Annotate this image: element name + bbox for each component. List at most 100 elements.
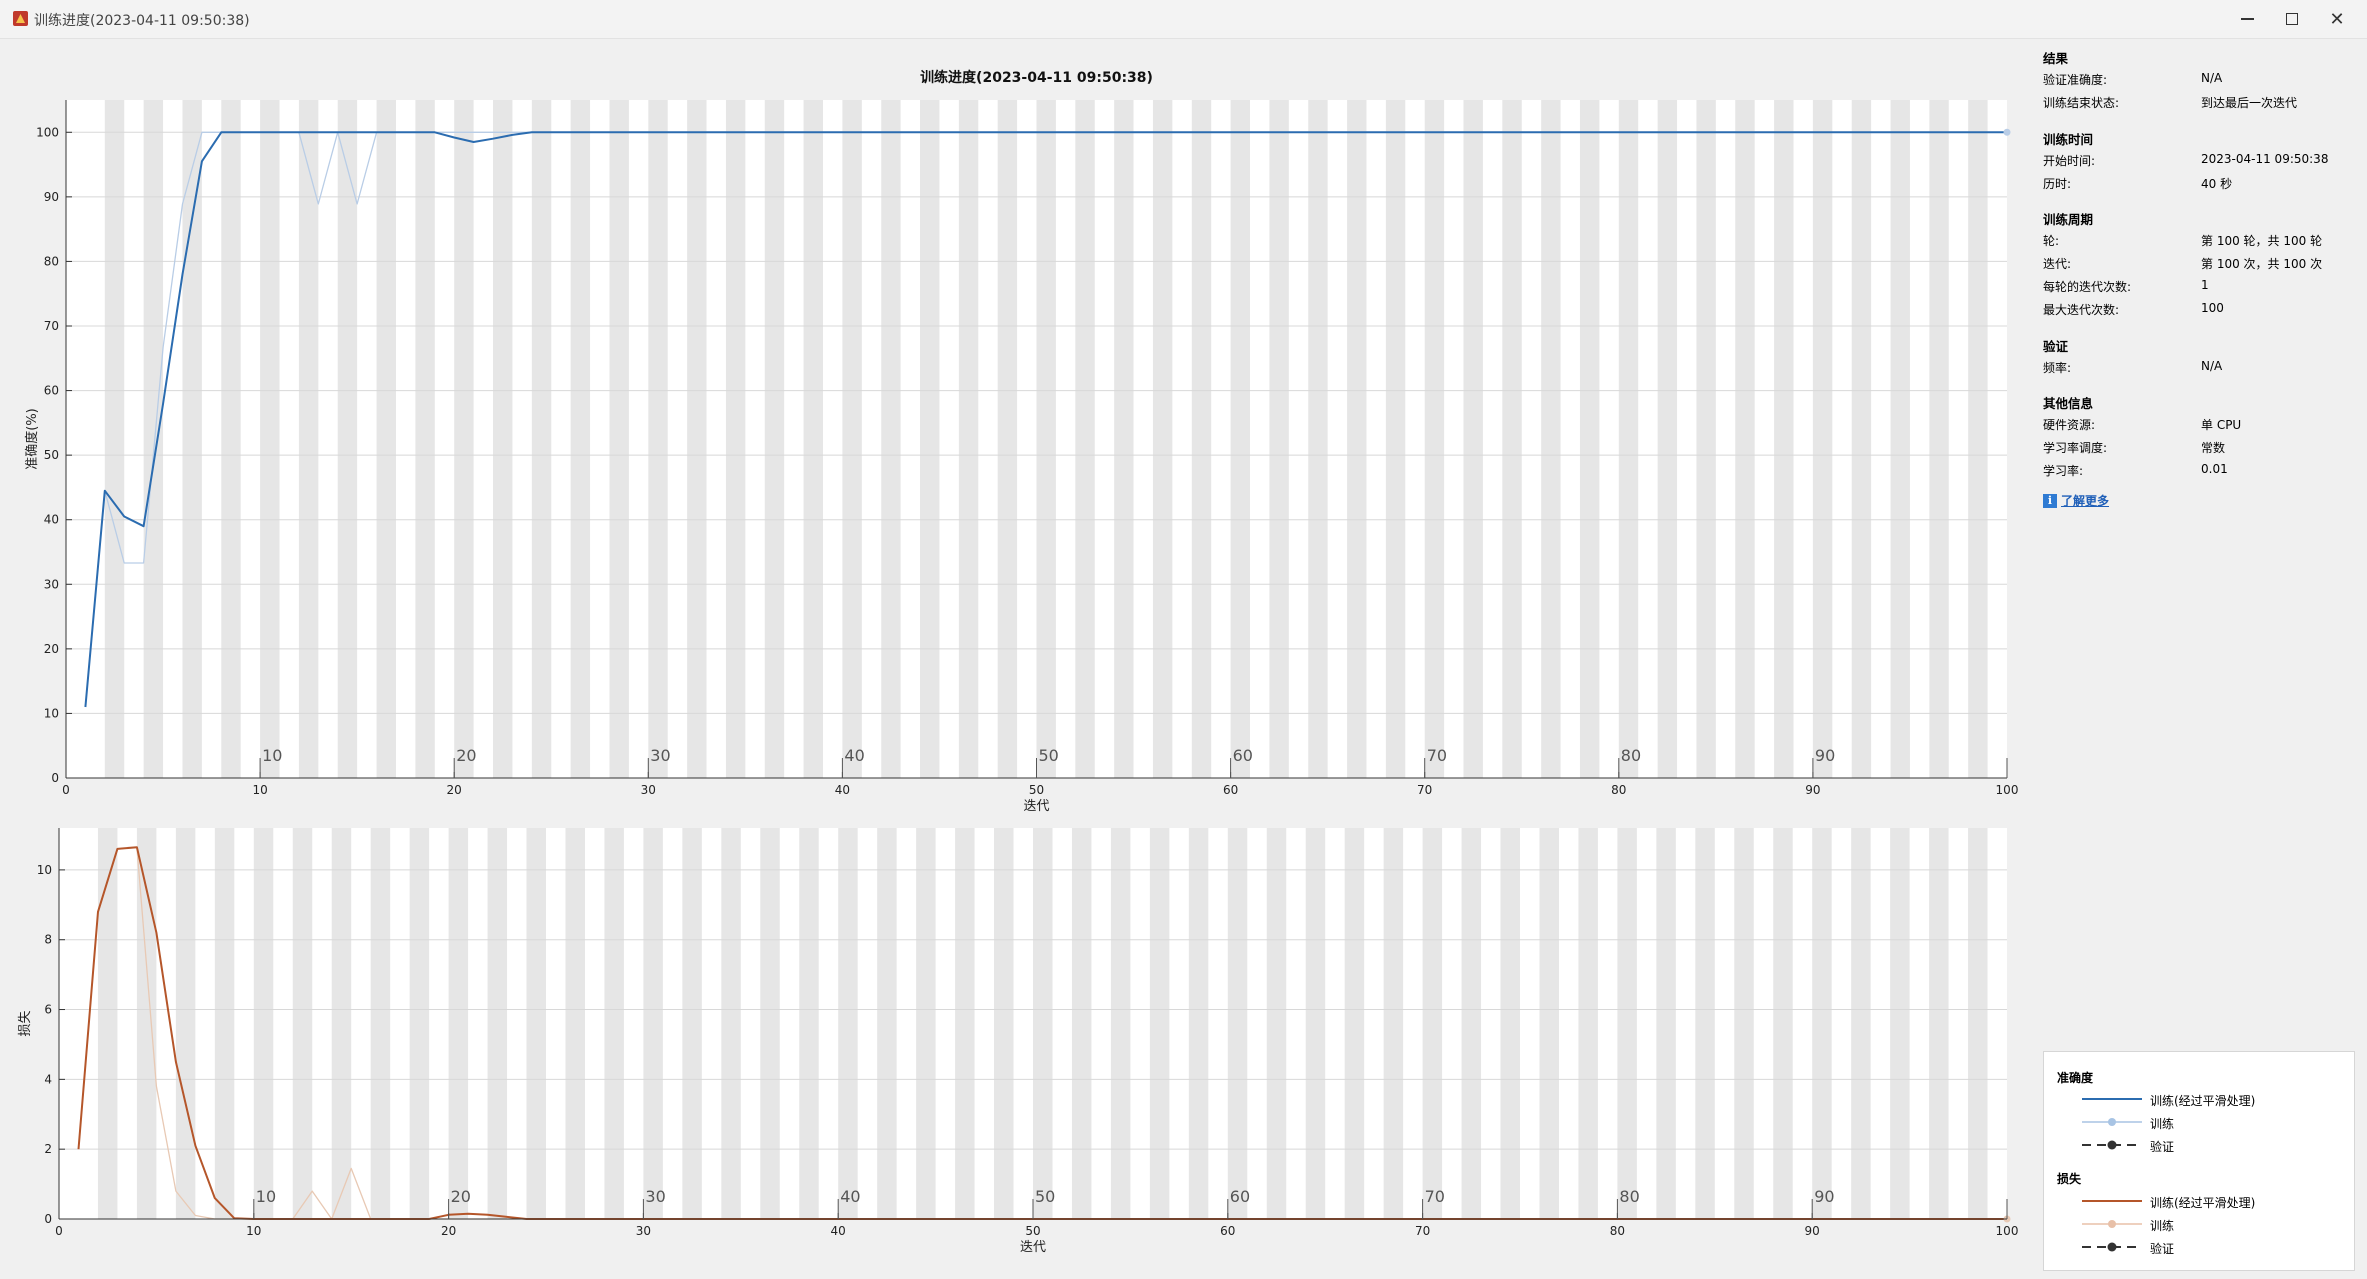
acc-epoch-band	[1424, 100, 1445, 778]
legend-loss-smoothed-label: 训练(经过平滑处理)	[2150, 1196, 2256, 1210]
acc-epoch-band	[1851, 100, 1872, 778]
legend-acc-train-swatch	[2082, 1118, 2142, 1126]
loss-epoch-band	[1344, 828, 1365, 1219]
legend-loss-val-label: 验证	[2150, 1242, 2175, 1256]
iter-value: 第 100 次，共 100 次	[2201, 257, 2323, 271]
loss-x-tick-label: 80	[1610, 1224, 1625, 1238]
acc-x-tick-label: 100	[1996, 783, 2019, 797]
lr-sched-value: 常数	[2201, 441, 2226, 455]
elapsed-value: 40 秒	[2201, 177, 2233, 191]
loss-epoch-band	[253, 828, 274, 1219]
loss-epoch-band	[1422, 828, 1443, 1219]
acc-epoch-band	[958, 100, 979, 778]
loss-epoch-band	[1890, 828, 1910, 1219]
acc-epoch-label: 20	[456, 746, 476, 765]
legend-loss-smoothed: 训练(经过平滑处理)	[2044, 1193, 2344, 1210]
status-value: 到达最后一次迭代	[2201, 96, 2298, 110]
acc-epoch-band	[493, 100, 513, 778]
acc-epoch-band	[531, 100, 552, 778]
loss-y-tick-label: 4	[44, 1072, 52, 1086]
acc-x-tick-label: 0	[62, 783, 70, 797]
close-button[interactable]: ✕	[2315, 4, 2359, 34]
max-iter-label: 最大迭代次数:	[2043, 303, 2120, 317]
legend-acc-train: 训练	[2044, 1114, 2344, 1131]
window-title: 训练进度(2023-04-11 09:50:38)	[34, 13, 250, 29]
legend-acc-smoothed: 训练(经过平滑处理)	[2044, 1091, 2344, 1108]
acc-epoch-band	[1657, 100, 1678, 778]
acc-epoch-band	[182, 100, 202, 778]
max-iter-value: 100	[2201, 301, 2224, 315]
loss-epoch-band	[1968, 828, 1988, 1219]
loss-y-tick-label: 0	[44, 1212, 52, 1226]
maximize-icon	[2286, 13, 2298, 25]
loss-epoch-band	[1851, 828, 1871, 1219]
acc-epoch-band	[1463, 100, 1483, 778]
acc-epoch-band	[842, 100, 862, 778]
time-header: 训练时间	[2043, 132, 2094, 147]
loss-epoch-band	[409, 828, 430, 1219]
loss-epoch-band	[916, 828, 936, 1219]
validation-header: 验证	[2043, 339, 2069, 354]
loss-epoch-band	[1617, 828, 1637, 1219]
loss-epoch-label: 40	[840, 1187, 860, 1206]
loss-epoch-label: 30	[645, 1187, 665, 1206]
epoch-label: 轮:	[2043, 234, 2060, 248]
loss-epoch-band	[1071, 828, 1092, 1219]
minimize-button[interactable]	[2225, 4, 2269, 34]
legend-loss-smoothed-swatch	[2082, 1200, 2142, 1202]
maximize-button[interactable]	[2270, 4, 2314, 34]
loss-x-axis-label: 迭代	[1020, 1240, 1046, 1255]
matlab-app-icon	[13, 11, 28, 26]
loss-epoch-band	[214, 828, 235, 1219]
acc-y-tick-label: 80	[44, 254, 59, 268]
legend-loss-val-swatch	[2082, 1242, 2142, 1252]
loss-epoch-label: 70	[1425, 1187, 1445, 1206]
acc-last-point	[2003, 128, 2011, 136]
acc-x-tick-label: 90	[1805, 783, 1820, 797]
loss-x-tick-label: 0	[55, 1224, 63, 1238]
close-icon: ✕	[2329, 8, 2345, 30]
loss-x-tick-label: 10	[246, 1224, 261, 1238]
results-header: 结果	[2043, 51, 2069, 66]
acc-epoch-band	[415, 100, 435, 778]
elapsed-label: 历时:	[2043, 177, 2072, 191]
loss-epoch-band	[877, 828, 897, 1219]
legend-loss-train-swatch	[2082, 1220, 2142, 1228]
acc-epoch-label: 60	[1233, 746, 1253, 765]
loss-epoch-band	[448, 828, 469, 1219]
acc-x-tick-label: 30	[641, 783, 656, 797]
legend-acc-val: 验证	[2044, 1137, 2344, 1154]
acc-epoch-band	[609, 100, 629, 778]
acc-y-tick-label: 10	[44, 706, 59, 720]
acc-epoch-band	[221, 100, 241, 778]
loss-epoch-band	[838, 828, 858, 1219]
learn-more-link[interactable]: i 了解更多	[2043, 492, 2109, 509]
loss-epoch-band	[1812, 828, 1832, 1219]
acc-chart-title: 训练进度(2023-04-11 09:50:38)	[920, 69, 1153, 86]
acc-epoch-band	[1696, 100, 1716, 778]
loss-epoch-band	[1227, 828, 1248, 1219]
acc-epoch-band	[454, 100, 474, 778]
loss-epoch-band	[1695, 828, 1715, 1219]
loss-epoch-band	[1773, 828, 1793, 1219]
acc-y-tick-label: 0	[51, 771, 59, 785]
freq-value: N/A	[2201, 359, 2223, 373]
acc-epoch-label: 10	[262, 746, 282, 765]
acc-y-tick-label: 100	[36, 125, 59, 139]
loss-epoch-band	[1539, 828, 1559, 1219]
acc-epoch-band	[803, 100, 823, 778]
start-label: 开始时间:	[2043, 154, 2096, 168]
acc-epoch-band	[648, 100, 668, 778]
acc-epoch-band	[1075, 100, 1095, 778]
training-progress-charts: 01020304050607080901000 10 20 30 40 50 60 70 80 9…	[18, 69, 2019, 1255]
loss-epoch-band	[799, 828, 819, 1219]
acc-epoch-band	[1269, 100, 1289, 778]
learn-more-text[interactable]: 了解更多	[2061, 492, 2109, 509]
loss-epoch-band	[1110, 828, 1131, 1219]
legend-loss-train-label: 训练	[2150, 1219, 2175, 1233]
loss-epoch-band	[1149, 828, 1170, 1219]
acc-epoch-band	[764, 100, 785, 778]
status-label: 训练结束状态:	[2043, 96, 2120, 110]
loss-x-tick-label: 100	[1996, 1224, 2019, 1238]
lr-value: 0.01	[2201, 462, 2228, 476]
